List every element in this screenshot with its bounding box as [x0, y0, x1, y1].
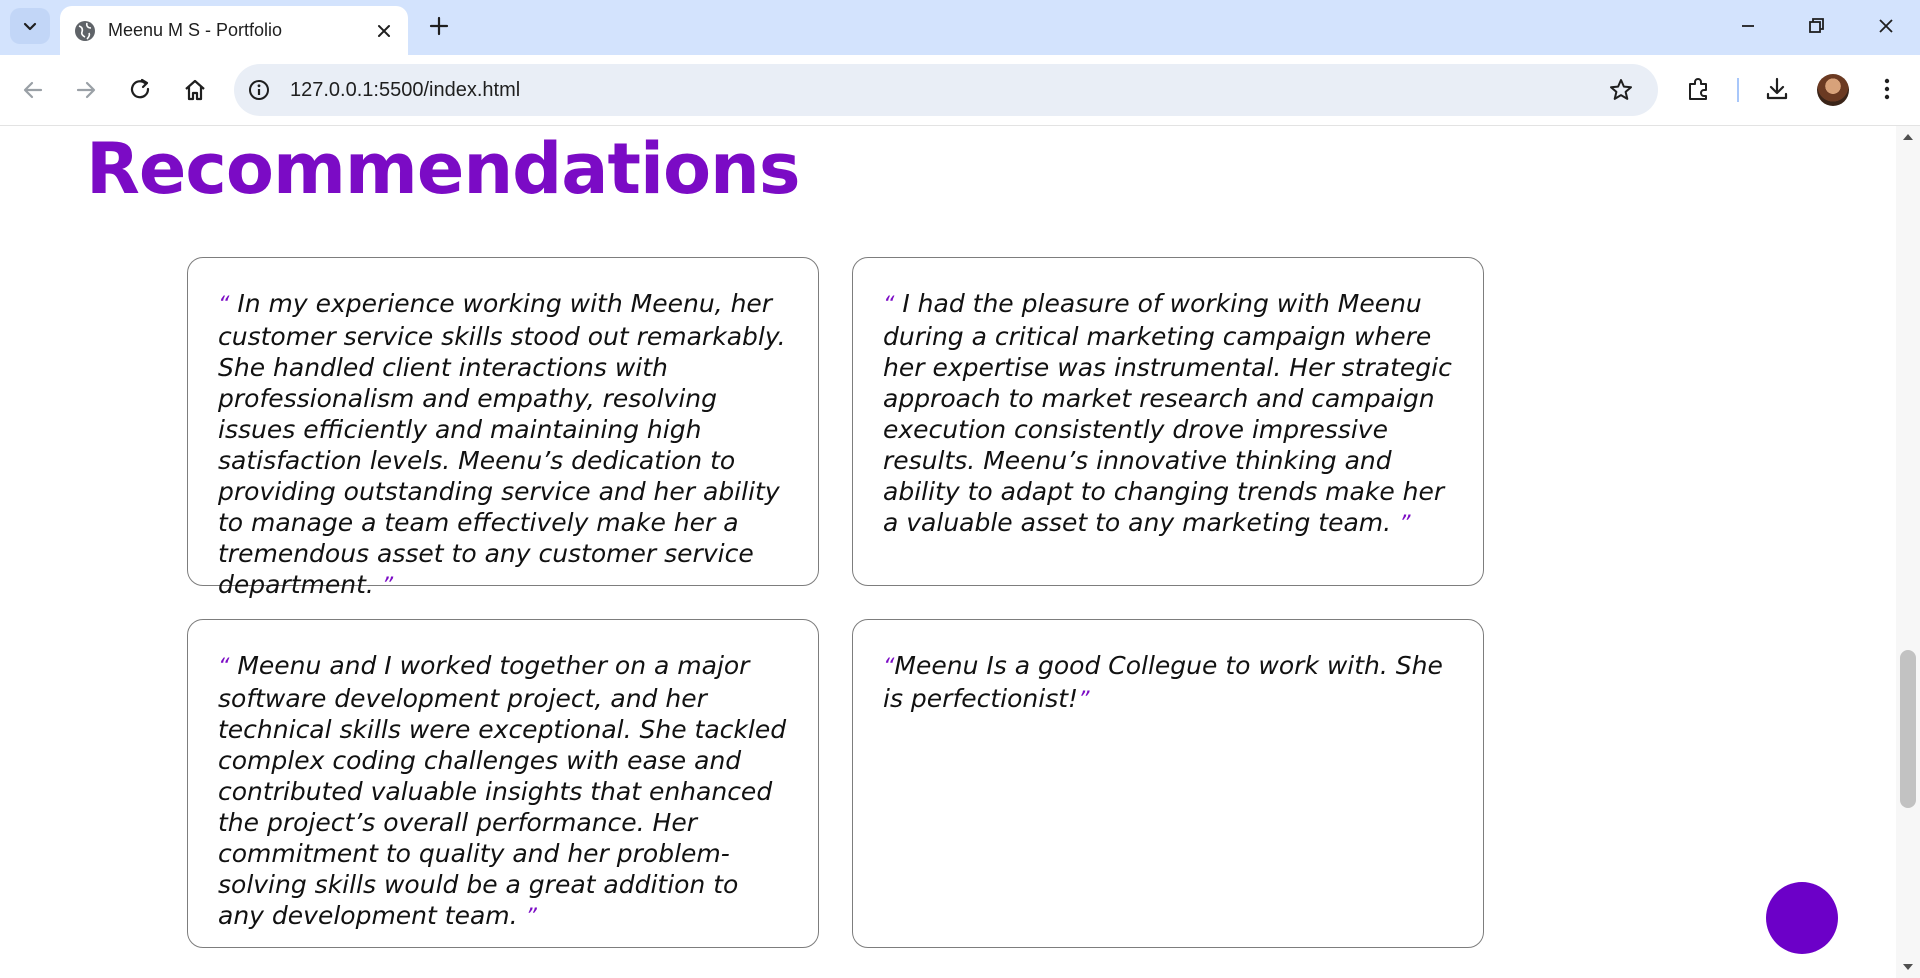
browser-toolbar: 127.0.0.1:5500/index.html [0, 55, 1920, 126]
recommendation-body: In my experience working with Meenu, her… [218, 289, 786, 599]
open-quote: “ [218, 293, 230, 318]
recommendation-text: “ In my experience working with Meenu, h… [218, 288, 788, 602]
download-icon[interactable] [1762, 74, 1792, 104]
arrow-right-icon[interactable] [71, 75, 101, 105]
url-text[interactable]: 127.0.0.1:5500/index.html [290, 79, 520, 102]
star-icon[interactable] [1608, 77, 1634, 103]
recommendation-body: I had the pleasure of working with Meenu… [883, 289, 1452, 537]
globe-icon [75, 21, 95, 41]
arrow-left-icon[interactable] [18, 75, 48, 105]
minimize-icon[interactable] [1734, 12, 1762, 40]
close-icon[interactable] [372, 19, 396, 43]
recommendation-body: Meenu Is a good Collegue to work with. S… [883, 651, 1443, 713]
scrollbar[interactable] [1896, 126, 1920, 978]
recommendation-text: “ I had the pleasure of working with Mee… [883, 288, 1453, 540]
recommendation-card: “ I had the pleasure of working with Mee… [852, 257, 1484, 586]
open-quote: “ [218, 655, 230, 680]
kebab-menu-icon[interactable] [1872, 74, 1902, 104]
recommendation-body: Meenu and I worked together on a major s… [218, 651, 787, 930]
browser-tabstrip: Meenu M S - Portfolio [0, 0, 1920, 55]
close-quote: ” [525, 905, 537, 930]
scroll-up-icon[interactable] [1900, 130, 1916, 144]
close-quote: ” [381, 574, 394, 599]
toolbar-separator [1737, 78, 1739, 102]
plus-icon[interactable] [425, 12, 453, 40]
close-quote: ” [1078, 688, 1090, 713]
recommendation-card: “ Meenu and I worked together on a major… [187, 619, 819, 948]
info-icon[interactable] [248, 79, 270, 101]
page-viewport: Recommendations “ In my experience worki… [0, 126, 1896, 978]
close-window-icon[interactable] [1872, 12, 1900, 40]
open-quote: “ [883, 655, 895, 680]
scroll-down-icon[interactable] [1900, 960, 1916, 974]
recommendation-card: “Meenu Is a good Collegue to work with. … [852, 619, 1484, 948]
reload-icon[interactable] [126, 75, 156, 105]
restore-icon[interactable] [1802, 12, 1830, 40]
recommendation-text: “Meenu Is a good Collegue to work with. … [883, 650, 1453, 716]
recommendation-card: “ In my experience working with Meenu, h… [187, 257, 819, 599]
recommendation-text: “ Meenu and I worked together on a major… [218, 650, 788, 933]
home-icon[interactable] [180, 75, 210, 105]
tab-search-button[interactable] [10, 8, 50, 44]
address-bar[interactable]: 127.0.0.1:5500/index.html [234, 64, 1658, 116]
close-quote: ” [1399, 512, 1411, 537]
avatar[interactable] [1817, 74, 1849, 106]
scroll-thumb[interactable] [1900, 650, 1916, 808]
floating-action-button[interactable] [1766, 882, 1838, 954]
page-title: Recommendations [86, 128, 801, 210]
puzzle-icon[interactable] [1684, 74, 1714, 104]
chevron-down-icon [23, 22, 37, 31]
active-tab[interactable]: Meenu M S - Portfolio [60, 6, 408, 55]
tab-title: Meenu M S - Portfolio [108, 20, 283, 40]
open-quote: “ [883, 293, 895, 318]
